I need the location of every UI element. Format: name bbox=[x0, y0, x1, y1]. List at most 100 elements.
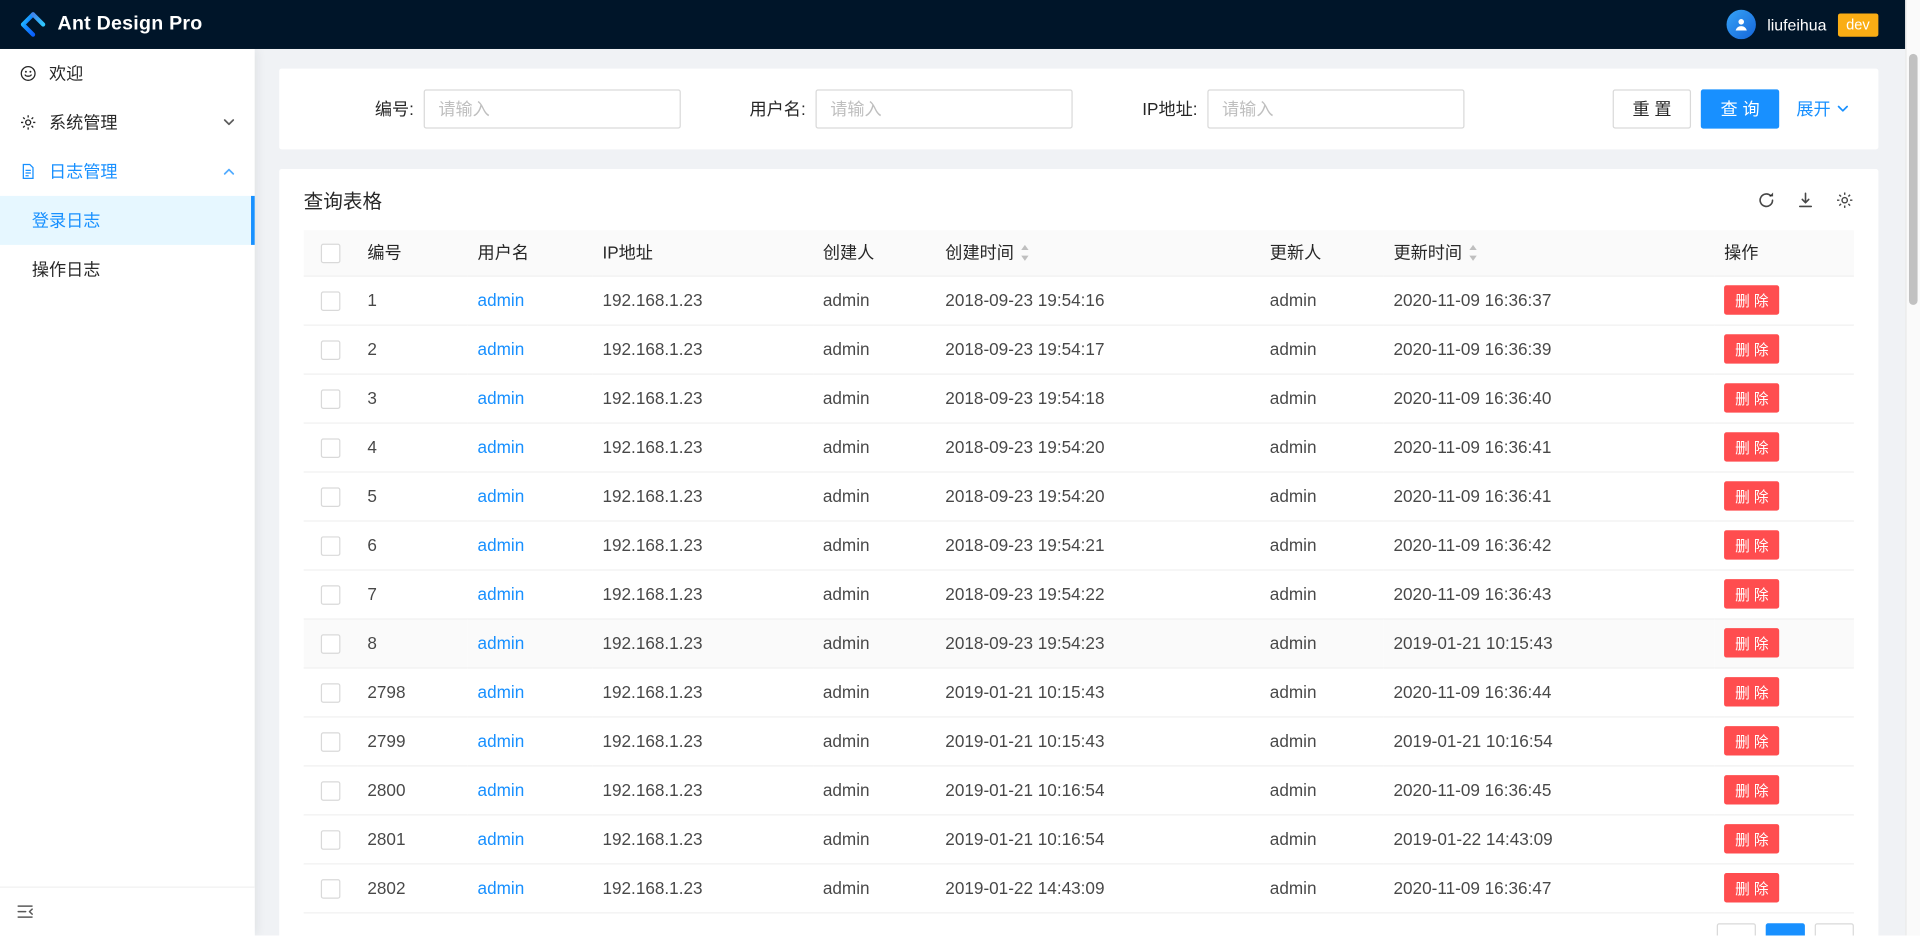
sidebar-item-system[interactable]: 系统管理 bbox=[0, 98, 255, 147]
sorter-icon[interactable] bbox=[1468, 245, 1478, 261]
row-checkbox[interactable] bbox=[321, 340, 341, 360]
sidebar-item-login-log[interactable]: 登录日志 bbox=[0, 196, 255, 245]
username-link[interactable]: admin bbox=[478, 535, 525, 555]
username-link[interactable]: admin bbox=[478, 780, 525, 800]
logo-area[interactable]: Ant Design Pro bbox=[20, 11, 203, 38]
cell-updater: admin bbox=[1260, 276, 1384, 325]
username-link[interactable]: admin bbox=[478, 731, 525, 751]
filter-input-username[interactable] bbox=[816, 89, 1073, 128]
username-link[interactable]: admin bbox=[478, 682, 525, 702]
sidebar-item-welcome[interactable]: 欢迎 bbox=[0, 49, 255, 98]
vertical-scrollbar[interactable] bbox=[1905, 0, 1920, 936]
row-checkbox[interactable] bbox=[321, 634, 341, 654]
expand-link[interactable]: 展开 bbox=[1796, 97, 1849, 121]
cell-username: admin bbox=[468, 569, 593, 618]
sidebar-item-operation-log[interactable]: 操作日志 bbox=[0, 245, 255, 294]
delete-button[interactable]: 删 除 bbox=[1724, 824, 1780, 853]
cell-username: admin bbox=[468, 520, 593, 569]
username-link[interactable]: admin bbox=[478, 290, 525, 310]
row-checkbox[interactable] bbox=[321, 487, 341, 507]
cell-created-at: 2018-09-23 19:54:23 bbox=[936, 618, 1260, 667]
delete-button[interactable]: 删 除 bbox=[1724, 334, 1780, 363]
pagination-page[interactable]: 1 bbox=[1766, 923, 1805, 936]
cell-actions: 删 除 bbox=[1714, 520, 1854, 569]
delete-button[interactable]: 删 除 bbox=[1724, 873, 1780, 902]
cell-actions: 删 除 bbox=[1714, 569, 1854, 618]
filter-input-ip[interactable] bbox=[1207, 89, 1464, 128]
row-checkbox[interactable] bbox=[321, 781, 341, 801]
username-link[interactable]: admin bbox=[478, 633, 525, 653]
row-checkbox[interactable] bbox=[321, 830, 341, 850]
row-checkbox[interactable] bbox=[321, 683, 341, 703]
username-link[interactable]: admin bbox=[478, 829, 525, 849]
delete-button[interactable]: 删 除 bbox=[1724, 677, 1780, 706]
delete-button[interactable]: 删 除 bbox=[1724, 285, 1780, 314]
cell-actions: 删 除 bbox=[1714, 667, 1854, 716]
column-header-ip: IP地址 bbox=[593, 230, 813, 275]
menu-fold-icon bbox=[16, 902, 34, 920]
cell-creator: admin bbox=[813, 618, 935, 667]
header-user-area: liufeihua dev bbox=[1727, 10, 1886, 39]
settings-icon[interactable] bbox=[1836, 190, 1854, 208]
delete-button[interactable]: 删 除 bbox=[1724, 726, 1780, 755]
cell-ip: 192.168.1.23 bbox=[593, 863, 813, 912]
row-checkbox[interactable] bbox=[321, 389, 341, 409]
row-checkbox[interactable] bbox=[321, 438, 341, 458]
table-toolbar: 查询表格 bbox=[279, 169, 1878, 230]
username-link[interactable]: admin bbox=[478, 339, 525, 359]
cell-ip: 192.168.1.23 bbox=[593, 324, 813, 373]
column-header-created_at[interactable]: 创建时间 bbox=[936, 230, 1260, 275]
cell-ip: 192.168.1.23 bbox=[593, 814, 813, 863]
delete-button[interactable]: 删 除 bbox=[1724, 530, 1780, 559]
delete-button[interactable]: 删 除 bbox=[1724, 579, 1780, 608]
delete-button[interactable]: 删 除 bbox=[1724, 628, 1780, 657]
delete-button[interactable]: 删 除 bbox=[1724, 481, 1780, 510]
row-checkbox[interactable] bbox=[321, 291, 341, 311]
cell-actions: 删 除 bbox=[1714, 471, 1854, 520]
filter-input-id[interactable] bbox=[424, 89, 681, 128]
table-row: 4admin192.168.1.23admin2018-09-23 19:54:… bbox=[304, 422, 1854, 471]
row-checkbox[interactable] bbox=[321, 732, 341, 752]
username-link[interactable]: admin bbox=[478, 388, 525, 408]
cell-creator: admin bbox=[813, 863, 935, 912]
row-checkbox[interactable] bbox=[321, 879, 341, 899]
delete-button[interactable]: 删 除 bbox=[1724, 383, 1780, 412]
username-link[interactable]: admin bbox=[478, 584, 525, 604]
download-icon[interactable] bbox=[1796, 190, 1814, 208]
pagination-prev[interactable]: ‹ bbox=[1717, 923, 1756, 936]
row-checkbox[interactable] bbox=[321, 585, 341, 605]
cell-updated-at: 2019-01-22 14:43:09 bbox=[1384, 814, 1715, 863]
table-row: 6admin192.168.1.23admin2018-09-23 19:54:… bbox=[304, 520, 1854, 569]
cell-updater: admin bbox=[1260, 520, 1384, 569]
search-form-card: 编号:用户名:IP地址: 重 置 查 询 展开 bbox=[279, 69, 1878, 150]
username-link[interactable]: admin bbox=[478, 486, 525, 506]
cell-actions: 删 除 bbox=[1714, 276, 1854, 325]
reset-button[interactable]: 重 置 bbox=[1613, 89, 1691, 128]
row-checkbox[interactable] bbox=[321, 536, 341, 556]
username-link[interactable]: admin bbox=[478, 878, 525, 898]
cell-actions: 删 除 bbox=[1714, 716, 1854, 765]
table-header-row: 编号用户名IP地址创建人创建时间更新人更新时间操作 bbox=[304, 230, 1854, 275]
username-link[interactable]: admin bbox=[478, 437, 525, 457]
delete-button[interactable]: 删 除 bbox=[1724, 775, 1780, 804]
cell-creator: admin bbox=[813, 667, 935, 716]
user-avatar[interactable] bbox=[1727, 10, 1756, 39]
sorter-icon[interactable] bbox=[1020, 245, 1030, 261]
select-all-checkbox[interactable] bbox=[321, 244, 341, 264]
username-text[interactable]: liufeihua bbox=[1767, 15, 1826, 33]
filter-label-username: 用户名: bbox=[700, 97, 805, 121]
pagination-next[interactable]: › bbox=[1815, 923, 1854, 936]
data-table: 编号用户名IP地址创建人创建时间更新人更新时间操作 1admin192.168.… bbox=[304, 230, 1854, 913]
column-header-updated_at[interactable]: 更新时间 bbox=[1384, 230, 1715, 275]
cell-ip: 192.168.1.23 bbox=[593, 569, 813, 618]
cell-created-at: 2018-09-23 19:54:17 bbox=[936, 324, 1260, 373]
sidebar-item-logs[interactable]: 日志管理 bbox=[0, 147, 255, 196]
cell-username: admin bbox=[468, 716, 593, 765]
scrollbar-thumb[interactable] bbox=[1909, 54, 1918, 305]
reload-icon[interactable] bbox=[1757, 190, 1775, 208]
delete-button[interactable]: 删 除 bbox=[1724, 432, 1780, 461]
sidebar-collapse-trigger[interactable] bbox=[0, 887, 255, 936]
search-button[interactable]: 查 询 bbox=[1701, 89, 1779, 128]
column-header-id: 编号 bbox=[358, 230, 468, 275]
smile-icon bbox=[20, 65, 37, 82]
